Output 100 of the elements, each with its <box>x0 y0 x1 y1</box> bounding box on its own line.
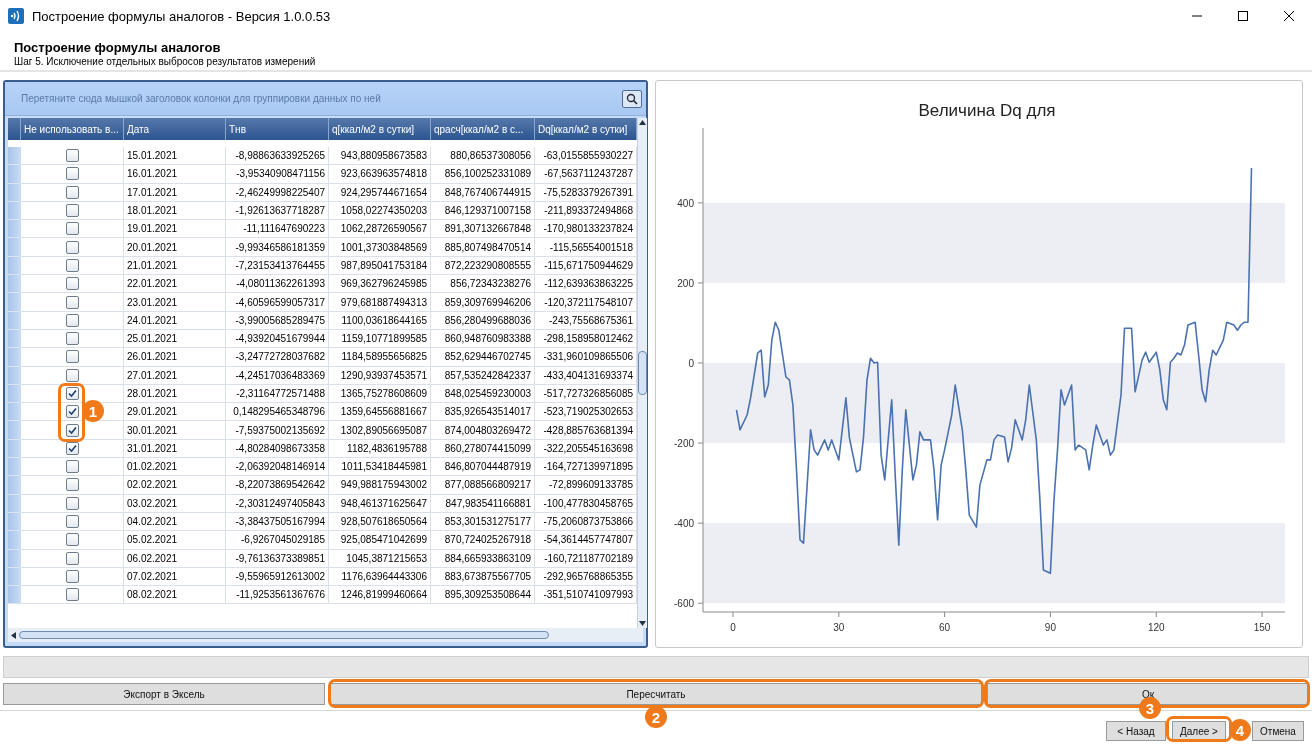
table-cell: 852,629446702745 <box>431 348 535 367</box>
table-cell: 857,535242842337 <box>431 366 535 385</box>
table-cell: 846,129371007158 <box>431 201 535 221</box>
checkbox[interactable] <box>65 588 79 602</box>
table-cell: 1182,4836195788 <box>329 439 431 459</box>
x-tick-label: 150 <box>1253 622 1271 633</box>
table-cell: 04.02.2021 <box>124 512 226 532</box>
table-cell: 26.01.2021 <box>124 348 226 367</box>
table-cell: 895,309253508644 <box>431 586 535 605</box>
checkbox[interactable] <box>65 222 79 236</box>
table-cell: 1159,10771899585 <box>329 329 431 349</box>
search-button[interactable] <box>622 89 642 108</box>
table-cell: 853,301531275177 <box>431 512 535 532</box>
checkbox[interactable] <box>65 149 79 163</box>
table-cell: 856,100252331089 <box>431 165 535 184</box>
cancel-button[interactable]: Отмена <box>1252 721 1304 741</box>
table-cell: 877,088566809217 <box>431 476 535 495</box>
checkbox[interactable] <box>65 240 79 254</box>
table-cell: 31.01.2021 <box>124 439 226 459</box>
table-cell: 25.01.2021 <box>124 329 226 349</box>
checkbox[interactable] <box>65 368 79 382</box>
y-tick-label: 400 <box>677 197 694 209</box>
table-cell: 27.01.2021 <box>124 366 226 385</box>
column-header[interactable]: Тнв <box>226 118 329 140</box>
table-cell: 1290,93937453571 <box>329 366 431 385</box>
ok-button[interactable]: Ок <box>987 683 1309 705</box>
table-cell: 1246,81999460664 <box>329 586 431 605</box>
table-cell: 928,507618650564 <box>329 512 431 532</box>
export-button[interactable]: Экспорт в Эксель <box>3 683 325 705</box>
checkbox[interactable] <box>65 551 79 565</box>
table-cell: 1045,3871215653 <box>329 549 431 568</box>
table-cell: -1,92613637718287 <box>226 201 329 221</box>
table-cell: 1062,28726590567 <box>329 220 431 239</box>
table-cell: 28.01.2021 <box>124 384 226 404</box>
checkbox[interactable] <box>65 460 79 474</box>
table-cell: 1058,02274350203 <box>329 201 431 221</box>
checkbox[interactable] <box>65 478 79 492</box>
column-header[interactable]: Дата <box>124 118 226 140</box>
table-cell: -2,30312497405843 <box>226 494 329 513</box>
table-cell: 856,280499688036 <box>431 311 535 330</box>
table-cell: 24.01.2021 <box>124 311 226 330</box>
checkbox[interactable] <box>65 387 79 400</box>
table-cell: 05.02.2021 <box>124 531 226 550</box>
checkbox[interactable] <box>65 569 79 583</box>
scroll-down-icon[interactable] <box>639 621 646 626</box>
table-cell: 18.01.2021 <box>124 201 226 221</box>
table-cell: 1302,89056695087 <box>329 421 431 440</box>
column-header[interactable]: q[ккал/м2 в сутки] <box>329 118 431 140</box>
table-cell: 17.01.2021 <box>124 183 226 202</box>
table-cell: 848,025459230003 <box>431 384 535 404</box>
table-cell: 987,895041753184 <box>329 256 431 276</box>
checkbox[interactable] <box>65 185 79 199</box>
checkbox[interactable] <box>65 350 79 364</box>
column-header[interactable]: qрасч[ккал/м2 в с... <box>431 118 535 140</box>
x-tick-label: 30 <box>833 622 845 633</box>
recalculate-button[interactable]: Пересчитать <box>330 683 982 705</box>
x-tick-label: 90 <box>1044 622 1056 633</box>
table-cell: 949,988175943002 <box>329 476 431 495</box>
table-cell: 1184,58955656825 <box>329 348 431 367</box>
table-cell: 02.02.2021 <box>124 476 226 495</box>
row-header[interactable] <box>8 586 21 605</box>
table-cell: -3,95340908471156 <box>226 165 329 184</box>
checkbox[interactable] <box>65 258 79 272</box>
table-cell: -6,9267045029185 <box>226 531 329 550</box>
checkbox[interactable] <box>65 533 79 547</box>
back-button[interactable]: < Назад <box>1106 721 1166 741</box>
search-icon <box>626 92 638 105</box>
horizontal-scrollbar[interactable] <box>8 628 643 642</box>
checkbox[interactable] <box>65 332 79 346</box>
table-cell: 874,004803269472 <box>431 421 535 440</box>
table-cell: 860,948760983388 <box>431 329 535 349</box>
checkbox[interactable] <box>65 313 79 327</box>
checkbox[interactable] <box>65 496 79 510</box>
vertical-scrollbar[interactable] <box>637 118 647 628</box>
table-cell: 870,724025267918 <box>431 531 535 550</box>
scrollbar-thumb[interactable] <box>19 631 549 639</box>
app-icon <box>8 8 24 24</box>
maximize-icon <box>1238 11 1248 21</box>
table-cell: 883,673875567705 <box>431 567 535 587</box>
checkbox[interactable] <box>65 405 79 419</box>
next-button[interactable]: Далее > <box>1172 721 1226 741</box>
table-cell: 856,72343238276 <box>431 275 535 294</box>
group-hint: Перетяните сюда мышкой заголовок колонки для группировки данных по ней <box>21 93 381 104</box>
table-cell: 948,461371625647 <box>329 494 431 513</box>
table-cell: -8,22073869542642 <box>226 476 329 495</box>
table-cell: 15.01.2021 <box>124 147 226 166</box>
checkbox[interactable] <box>65 423 79 437</box>
scroll-left-icon[interactable] <box>11 631 16 639</box>
checkbox[interactable] <box>65 167 79 181</box>
checkbox[interactable] <box>65 277 79 291</box>
scroll-up-icon[interactable] <box>639 120 646 125</box>
table-cell: -9,76136373389851 <box>226 549 329 568</box>
table-cell: -2,31164772571488 <box>226 384 329 404</box>
checkbox[interactable] <box>65 295 79 309</box>
table-cell: 07.02.2021 <box>124 567 226 587</box>
checkbox[interactable] <box>65 204 79 218</box>
checkbox[interactable] <box>65 515 79 529</box>
table-cell: 923,663963574818 <box>329 165 431 184</box>
column-header[interactable]: Не использовать в... <box>21 118 124 140</box>
scrollbar-thumb[interactable] <box>638 351 647 395</box>
